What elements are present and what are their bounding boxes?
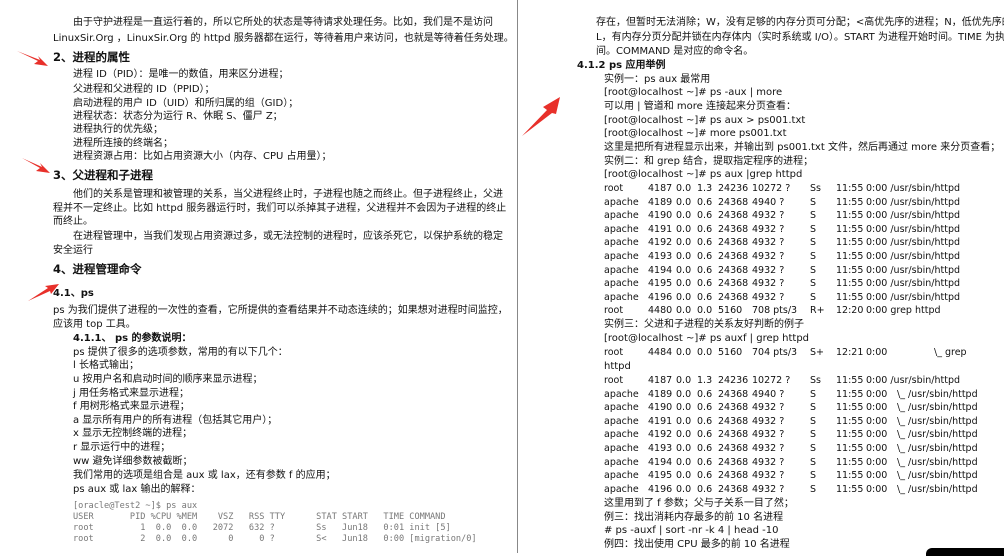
red-arrow-icon: [28, 284, 59, 301]
red-arrow-icon: [522, 97, 560, 136]
red-arrow-icon: [22, 158, 50, 173]
overlay-corner: [926, 548, 1004, 556]
annotation-arrows: [17, 51, 560, 301]
red-arrow-icon: [17, 51, 48, 66]
